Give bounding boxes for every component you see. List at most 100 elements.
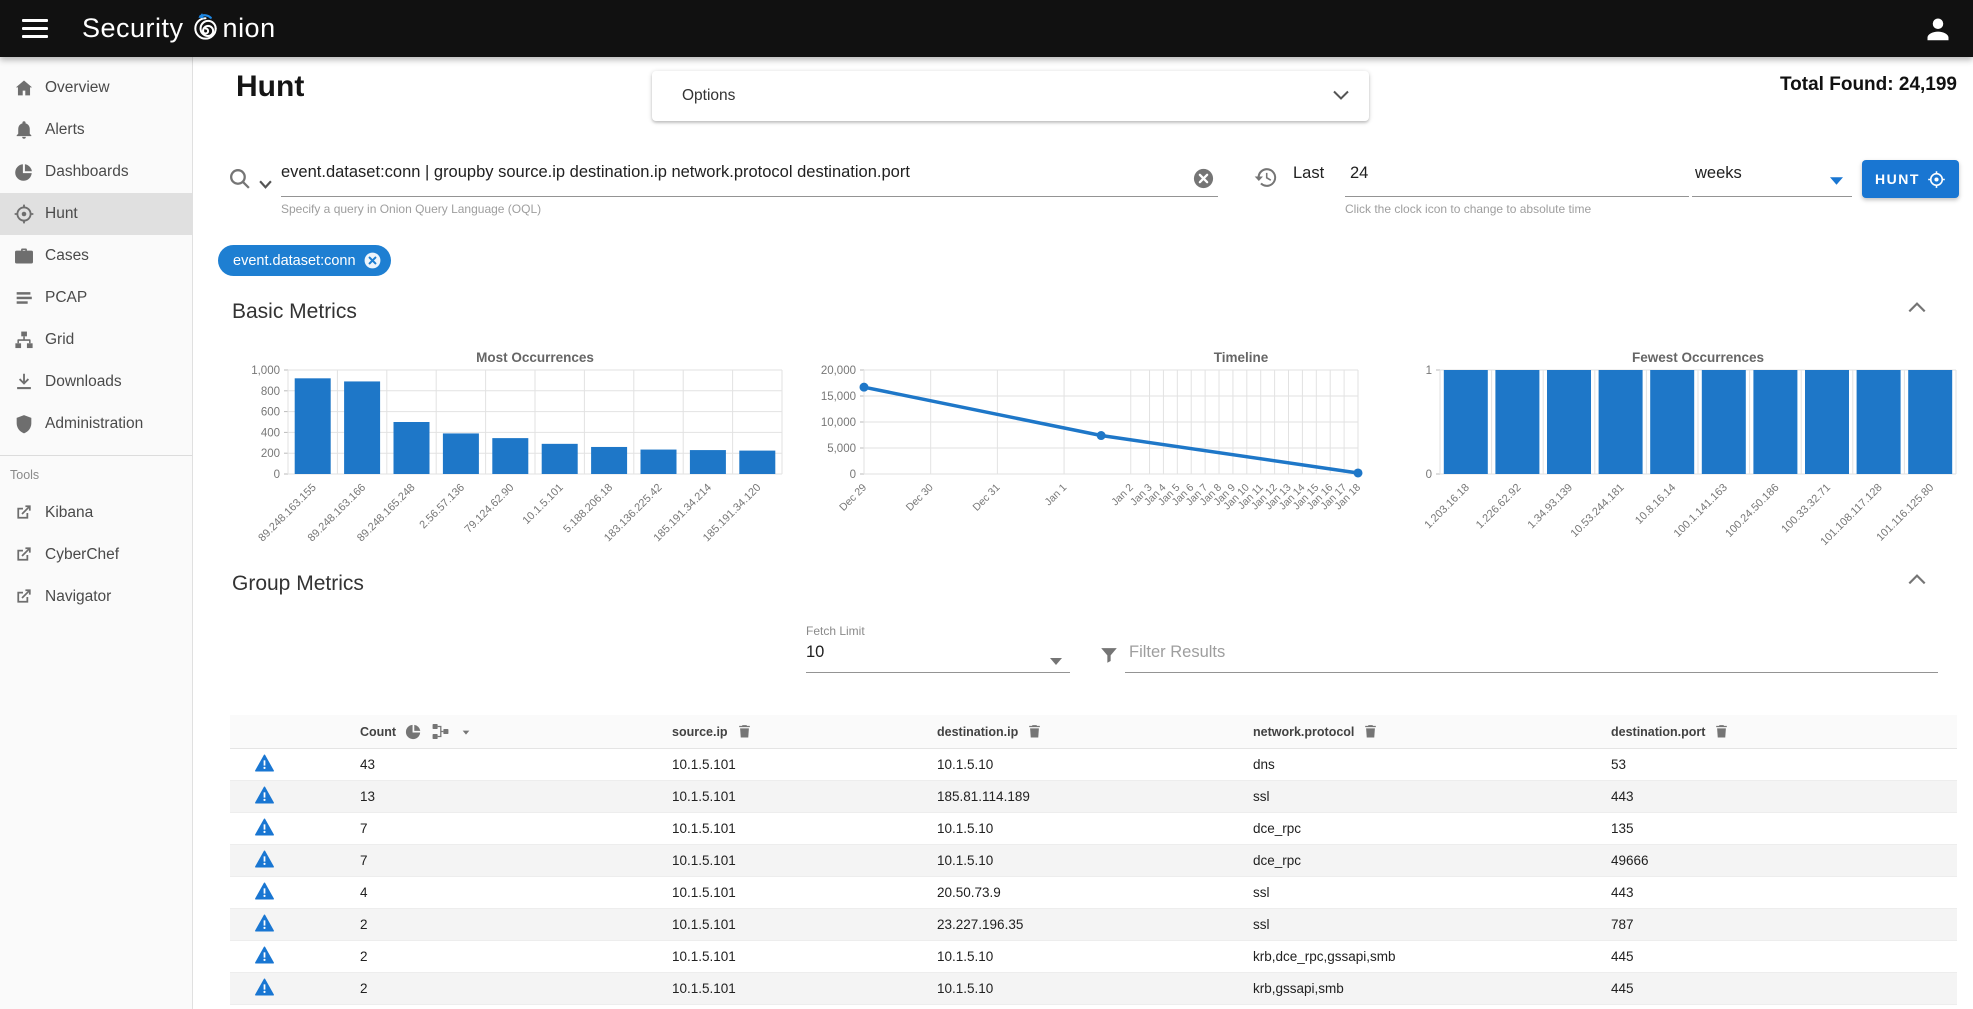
fetch-limit-caret-icon[interactable] <box>1050 652 1062 670</box>
sidebar-item-alerts[interactable]: Alerts <box>0 109 192 151</box>
units-caret-icon[interactable] <box>1830 172 1843 190</box>
column-header-destination.port[interactable]: destination.port <box>1611 725 1705 739</box>
table-header-row: Count source.ip destination.ip network.p… <box>230 715 1957 749</box>
column-header-network.protocol[interactable]: network.protocol <box>1253 725 1354 739</box>
row-alert-indicator[interactable] <box>230 977 360 1001</box>
sidebar-item-cyberchef[interactable]: CyberChef <box>0 534 192 576</box>
options-label: Options <box>682 87 735 105</box>
table-row[interactable]: 4 10.1.5.101 20.50.73.9 ssl 443 <box>230 877 1957 909</box>
column-header-destination.ip[interactable]: destination.ip <box>937 725 1018 739</box>
column-header-count[interactable]: Count <box>360 725 396 739</box>
query-input[interactable]: event.dataset:conn | groupby source.ip d… <box>281 163 910 182</box>
warning-triangle-icon <box>254 817 275 838</box>
cell-source-ip: 10.1.5.101 <box>672 981 937 996</box>
cell-destination-ip: 10.1.5.10 <box>937 757 1253 772</box>
table-row[interactable]: 43 10.1.5.101 10.1.5.10 dns 53 <box>230 749 1957 781</box>
cell-destination-port: 787 <box>1611 917 1957 932</box>
hunt-button[interactable]: HUNT <box>1862 160 1959 198</box>
clear-query-icon[interactable] <box>1192 167 1215 195</box>
svg-text:Fewest Occurrences: Fewest Occurrences <box>1632 350 1764 365</box>
filter-chip-label: event.dataset:conn <box>233 253 356 269</box>
page-title: Hunt <box>236 70 304 104</box>
chevron-down-icon <box>1333 87 1349 105</box>
table-row[interactable]: 2 10.1.5.101 10.1.5.10 krb,dce_rpc,gssap… <box>230 941 1957 973</box>
remove-column-trash-icon[interactable] <box>1362 723 1379 740</box>
cell-destination-port: 443 <box>1611 789 1957 804</box>
remove-column-trash-icon[interactable] <box>1713 723 1730 740</box>
sidebar-item-label: Hunt <box>45 205 78 223</box>
cell-source-ip: 10.1.5.101 <box>672 821 937 836</box>
cell-network-protocol: dce_rpc <box>1253 853 1611 868</box>
sidebar-item-label: Downloads <box>45 373 122 391</box>
basic-metrics-collapse-icon[interactable] <box>1908 300 1932 324</box>
cell-destination-ip: 10.1.5.10 <box>937 853 1253 868</box>
row-alert-indicator[interactable] <box>230 785 360 809</box>
remove-column-trash-icon[interactable] <box>736 723 753 740</box>
fewest-occurrences-chart: Fewest Occurrences011.203.16.181.226.62.… <box>1396 348 1964 560</box>
chart-options-caret-icon[interactable] <box>458 724 474 740</box>
filter-results-input[interactable]: Filter Results <box>1129 643 1225 662</box>
sidebar-item-downloads[interactable]: Downloads <box>0 361 192 403</box>
filter-chip[interactable]: event.dataset:conn <box>218 245 391 276</box>
external-link-icon <box>13 586 35 608</box>
warning-triangle-icon <box>254 849 275 870</box>
sitemap-icon <box>13 329 35 351</box>
svg-text:100.24.50.186: 100.24.50.186 <box>1723 482 1781 540</box>
pie-chart-toggle-icon[interactable] <box>404 722 423 741</box>
group-metrics-collapse-icon[interactable] <box>1908 572 1932 596</box>
table-row[interactable]: 2 10.1.5.101 10.1.5.10 krb,gssapi,smb 44… <box>230 973 1957 1005</box>
cell-destination-ip: 10.1.5.10 <box>937 821 1253 836</box>
svg-text:400: 400 <box>261 427 280 439</box>
table-row[interactable]: 2 10.1.5.101 23.227.196.35 ssl 787 <box>230 909 1957 941</box>
table-row[interactable]: 7 10.1.5.101 10.1.5.10 dce_rpc 135 <box>230 813 1957 845</box>
group-metrics-title: Group Metrics <box>232 572 364 596</box>
query-history-chevron-icon[interactable] <box>259 176 272 194</box>
column-header-source.ip[interactable]: source.ip <box>672 725 728 739</box>
warning-triangle-icon <box>254 977 275 998</box>
sidebar-item-navigator[interactable]: Navigator <box>0 576 192 618</box>
svg-text:20,000: 20,000 <box>821 365 856 377</box>
last-label: Last <box>1293 164 1324 183</box>
row-alert-indicator[interactable] <box>230 753 360 777</box>
sidebar-item-administration[interactable]: Administration <box>0 403 192 445</box>
sidebar-item-grid[interactable]: Grid <box>0 319 192 361</box>
row-alert-indicator[interactable] <box>230 945 360 969</box>
duration-input[interactable]: 24 <box>1350 164 1368 183</box>
cell-network-protocol: krb,dce_rpc,gssapi,smb <box>1253 949 1611 964</box>
svg-text:1.226.62.92: 1.226.62.92 <box>1474 482 1524 532</box>
sidebar-item-label: CyberChef <box>45 546 119 564</box>
relative-time-clock-icon[interactable] <box>1253 165 1278 195</box>
table-row[interactable]: 13 10.1.5.101 185.81.114.189 ssl 443 <box>230 781 1957 813</box>
sidebar-item-label: Grid <box>45 331 74 349</box>
table-row[interactable]: 7 10.1.5.101 10.1.5.10 dce_rpc 49666 <box>230 845 1957 877</box>
fetch-limit-label: Fetch Limit <box>806 624 865 638</box>
sidebar-item-hunt[interactable]: Hunt <box>0 193 192 235</box>
sidebar-item-overview[interactable]: Overview <box>0 67 192 109</box>
onion-spiral-icon <box>189 11 222 51</box>
svg-text:79.124.62.90: 79.124.62.90 <box>463 482 517 536</box>
sidebar-item-cases[interactable]: Cases <box>0 235 192 277</box>
sidebar-item-dashboards[interactable]: Dashboards <box>0 151 192 193</box>
remove-column-trash-icon[interactable] <box>1026 723 1043 740</box>
cell-count: 43 <box>360 757 672 772</box>
crosshair-icon <box>1927 170 1946 189</box>
sidebar-item-pcap[interactable]: PCAP <box>0 277 192 319</box>
hamburger-menu-icon[interactable] <box>22 19 48 39</box>
cell-destination-ip: 10.1.5.10 <box>937 981 1253 996</box>
fetch-limit-select[interactable]: 10 <box>806 643 824 662</box>
cell-destination-ip: 23.227.196.35 <box>937 917 1253 932</box>
row-alert-indicator[interactable] <box>230 849 360 873</box>
svg-text:1: 1 <box>1426 365 1432 377</box>
row-alert-indicator[interactable] <box>230 881 360 905</box>
row-alert-indicator[interactable] <box>230 817 360 841</box>
svg-text:1.203.16.18: 1.203.16.18 <box>1422 482 1472 532</box>
sidebar-item-kibana[interactable]: Kibana <box>0 492 192 534</box>
chip-remove-icon[interactable] <box>363 251 382 270</box>
warning-triangle-icon <box>254 753 275 774</box>
sankey-toggle-icon[interactable] <box>431 722 450 741</box>
duration-units-select[interactable]: weeks <box>1695 164 1742 183</box>
sidebar-item-label: Navigator <box>45 588 111 606</box>
options-expander[interactable]: Options <box>652 71 1369 121</box>
row-alert-indicator[interactable] <box>230 913 360 937</box>
user-account-icon[interactable] <box>1923 14 1953 44</box>
